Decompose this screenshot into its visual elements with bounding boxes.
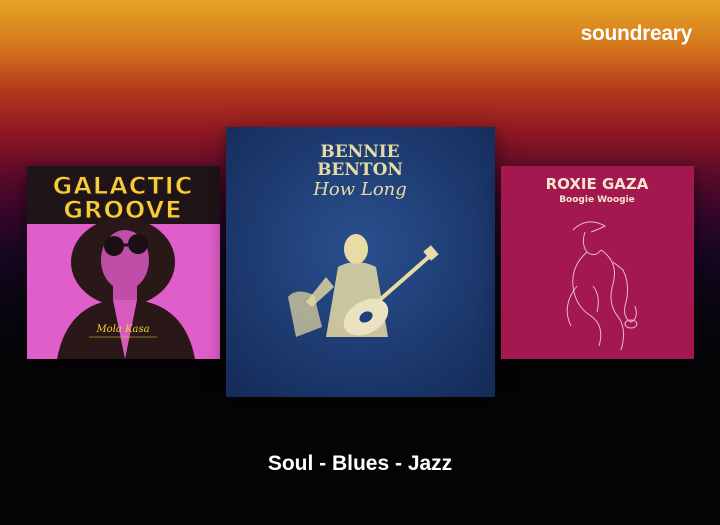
album-title-line2: GROOVE xyxy=(63,196,182,224)
sunglasses-icon xyxy=(104,236,124,256)
album-cover-how-long[interactable]: BENNIE BENTON How Long xyxy=(226,127,495,397)
album-art: ROXIE GAZA Boogie Woogie xyxy=(501,166,694,359)
album-title: Boogie Woogie xyxy=(559,195,635,205)
album-artist: ROXIE GAZA xyxy=(546,175,649,193)
album-artist-line2: BENTON xyxy=(317,160,403,180)
album-art: BENNIE BENTON How Long xyxy=(226,127,495,397)
album-artist: Mola Kasa xyxy=(95,324,149,335)
album-art: GALACTIC GROOVE Mola Kasa xyxy=(27,166,220,359)
album-title: How Long xyxy=(312,179,407,200)
album-cover-boogie-woogie[interactable]: ROXIE GAZA Boogie Woogie xyxy=(501,166,694,359)
album-artist-line1: BENNIE xyxy=(320,142,399,162)
album-cover-galactic-groove[interactable]: GALACTIC GROOVE Mola Kasa xyxy=(27,166,220,359)
brand-logo[interactable]: soundreary xyxy=(581,22,693,46)
genre-caption: Soul - Blues - Jazz xyxy=(267,452,453,475)
